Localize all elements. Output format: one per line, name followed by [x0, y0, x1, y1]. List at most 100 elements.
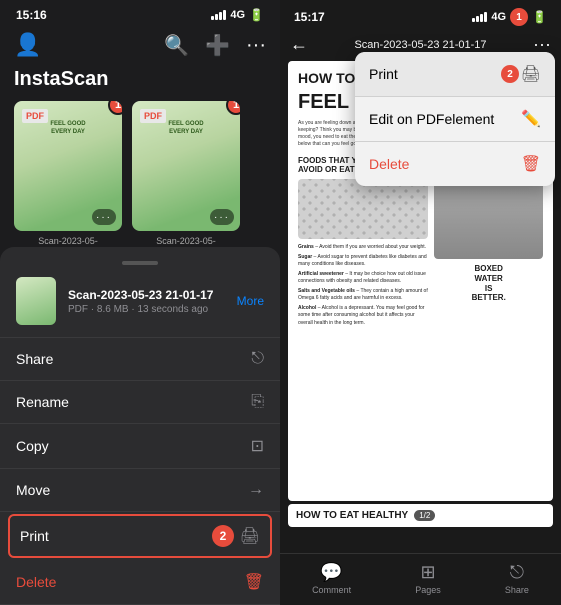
left-network: 4G	[230, 9, 245, 21]
share-nav-icon: ⎋	[510, 562, 524, 583]
bar1	[211, 16, 214, 20]
nav-pages[interactable]: ⊞ Pages	[415, 562, 441, 595]
page-badge: 1/2	[414, 510, 435, 521]
right-time: 15:17	[294, 10, 325, 24]
sheet-menu-rename[interactable]: Rename ⎘	[0, 381, 280, 424]
delete-label: Delete	[16, 574, 56, 590]
right-status-right: 4G 1 🔋	[472, 8, 547, 26]
dropdown-menu: Print 2 🖨 Edit on PDFelement ✏️ Delete 🗑	[355, 52, 555, 186]
sheet-file-meta: Scan-2023-05-23 21-01-17 PDF · 8.6 MB · …	[68, 288, 237, 315]
print-badge: 2	[212, 525, 234, 547]
sheet-file-details: PDF · 8.6 MB · 13 seconds ago	[68, 304, 237, 315]
right-panel: 15:17 4G 1 🔋 ← Scan-2023-05-23 21-01-17 …	[280, 0, 561, 605]
copy-label: Copy	[16, 438, 49, 454]
dropdown-print[interactable]: Print 2 🖨	[355, 52, 555, 97]
sheet-menu-delete[interactable]: Delete 🗑	[0, 560, 280, 605]
sheet-menu-share[interactable]: Share ⎋	[0, 338, 280, 381]
thumb-more-btn-1[interactable]: ···	[92, 209, 116, 225]
right-network: 4G	[491, 11, 506, 23]
sheet-handle	[122, 261, 158, 265]
left-time: 15:16	[16, 8, 47, 22]
bar2	[215, 14, 218, 20]
comment-icon: 💬	[320, 562, 342, 583]
thumb-card-1[interactable]: FEEL GOODEVERY DAY PDF ··· 1	[14, 101, 122, 231]
back-icon[interactable]: ←	[290, 34, 308, 55]
rbar4	[484, 12, 487, 22]
right-bottom-nav: 💬 Comment ⊞ Pages ⎋ Share	[280, 553, 561, 605]
delete-icon: 🗑	[244, 572, 264, 592]
dropdown-print-label: Print	[369, 66, 398, 82]
food-image-left	[298, 179, 428, 239]
left-header: 👤 🔍 ➕ ···	[0, 26, 280, 64]
sheet-menu-copy[interactable]: Copy ⊡	[0, 424, 280, 469]
right-status-bar: 15:17 4G 1 🔋	[280, 0, 561, 30]
doc-bottom-strip: HOW TO EAT HEALTHY 1/2	[288, 504, 553, 527]
dropdown-print-badge: 2	[501, 65, 519, 83]
comment-label: Comment	[312, 585, 351, 595]
thumb-card-2[interactable]: FEEL GOODEVERY DAY PDF ··· 1	[132, 101, 240, 231]
search-icon[interactable]: 🔍	[164, 33, 189, 58]
battery-icon: 🔋	[249, 8, 264, 22]
nav-share[interactable]: ⎋ Share	[505, 562, 529, 595]
dropdown-delete-icon: 🗑	[521, 154, 541, 174]
sheet-more-link[interactable]: More	[237, 294, 264, 308]
doc-two-col: Grains – Avoid them if you are worried a…	[298, 179, 543, 335]
move-label: Move	[16, 482, 50, 498]
thumbnail-item-2[interactable]: FEEL GOODEVERY DAY PDF ··· 1 Scan-2023-0…	[132, 101, 240, 259]
dropdown-edit-icon: ✏️	[521, 109, 541, 129]
left-header-icons: 🔍 ➕ ···	[164, 33, 266, 58]
sheet-file-info: Scan-2023-05-23 21-01-17 PDF · 8.6 MB · …	[0, 277, 280, 338]
thumbnail-item-1[interactable]: FEEL GOODEVERY DAY PDF ··· 1 Scan-2023-0…	[14, 101, 122, 259]
thumbnails-row: FEEL GOODEVERY DAY PDF ··· 1 Scan-2023-0…	[0, 101, 280, 269]
pdf-badge-2: PDF	[140, 109, 166, 123]
nav-comment[interactable]: 💬 Comment	[312, 562, 351, 595]
left-status-bar: 15:16 4G 🔋	[0, 0, 280, 26]
signal-bars	[211, 10, 226, 20]
dropdown-delete[interactable]: Delete 🗑	[355, 142, 555, 186]
right-header-title: Scan-2023-05-23 21-01-17	[308, 39, 533, 51]
right-badge: 1	[510, 8, 528, 26]
rbar3	[480, 14, 483, 22]
dropdown-edit-label: Edit on PDFelement	[369, 111, 494, 127]
dropdown-print-icon: 🖨	[521, 64, 541, 84]
thumb-text-1: FEEL GOODEVERY DAY	[50, 121, 85, 137]
left-panel: 15:16 4G 🔋 👤 🔍 ➕ ··· InstaScan	[0, 0, 280, 605]
pdf-badge-1: PDF	[22, 109, 48, 123]
share-nav-label: Share	[505, 585, 529, 595]
doc-bottom-heading: HOW TO EAT HEALTHY	[296, 510, 408, 521]
bottom-sheet: Scan-2023-05-23 21-01-17 PDF · 8.6 MB · …	[0, 247, 280, 605]
pages-icon: ⊞	[420, 562, 435, 583]
sheet-file-thumb	[16, 277, 56, 325]
sheet-file-name: Scan-2023-05-23 21-01-17	[68, 288, 237, 302]
boxed-water-text: BOXEDWATERISBETTER.	[434, 264, 543, 302]
bar3	[219, 12, 222, 20]
rename-icon: ⎘	[251, 393, 264, 411]
rename-label: Rename	[16, 394, 69, 410]
thumb-text-2: FEEL GOODEVERY DAY	[168, 121, 203, 137]
rbar2	[476, 16, 479, 22]
right-signal-bars	[472, 12, 487, 22]
bar4	[223, 10, 226, 20]
rbar1	[472, 18, 475, 22]
right-battery: 🔋	[532, 10, 547, 24]
circles-bg	[298, 179, 428, 239]
pages-label: Pages	[415, 585, 441, 595]
print-icon: 🖨	[240, 526, 260, 546]
app-title: InstaScan	[0, 64, 280, 101]
thumb-more-btn-2[interactable]: ···	[210, 209, 234, 225]
sheet-menu-print[interactable]: Print 2 🖨	[8, 514, 272, 558]
food-image-right	[434, 179, 543, 259]
copy-icon: ⊡	[251, 436, 264, 456]
dropdown-delete-label: Delete	[369, 156, 409, 172]
doc-col-left: Grains – Avoid them if you are worried a…	[298, 179, 428, 335]
print-label: Print	[20, 528, 49, 544]
dropdown-edit[interactable]: Edit on PDFelement ✏️	[355, 97, 555, 142]
more-icon[interactable]: ···	[246, 34, 266, 57]
add-icon[interactable]: ➕	[205, 33, 230, 58]
sheet-menu-move[interactable]: Move →	[0, 469, 280, 512]
doc-col-left-text: Grains – Avoid them if you are worried a…	[298, 244, 428, 327]
left-status-right: 4G 🔋	[211, 8, 264, 22]
move-icon: →	[248, 481, 264, 499]
user-icon[interactable]: 👤	[14, 32, 41, 58]
share-label: Share	[16, 351, 53, 367]
